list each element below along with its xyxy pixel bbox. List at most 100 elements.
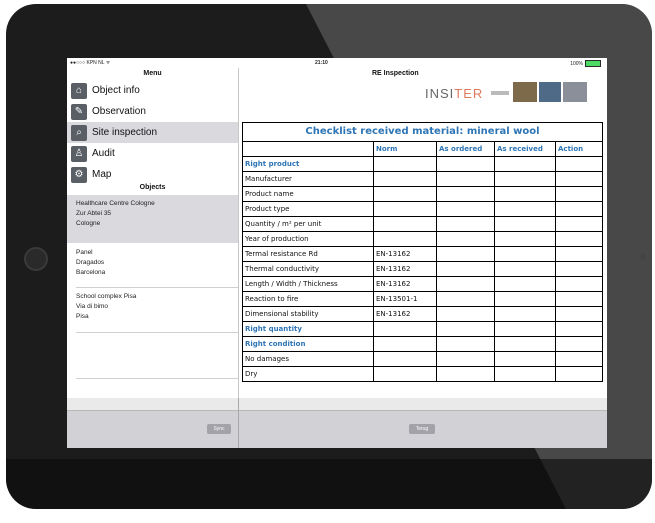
checklist-row-label: Manufacturer: [242, 171, 374, 187]
checklist-as-received-cell[interactable]: [494, 321, 556, 337]
checklist-as-received-cell[interactable]: [494, 186, 556, 202]
checklist-as-ordered-cell[interactable]: [436, 231, 495, 247]
checklist-as-received-cell[interactable]: [494, 291, 556, 307]
checklist-norm-cell: [373, 171, 437, 187]
checklist-row-label: Termal resistance Rd: [242, 246, 374, 262]
checklist-action-cell[interactable]: [555, 156, 603, 172]
checklist-action-cell[interactable]: [555, 201, 603, 217]
menu-item-label: Site inspection: [92, 127, 158, 138]
checklist-norm-cell: EN-13162: [373, 261, 437, 277]
main-panel: RE Inspection INSITER Checklist received…: [239, 68, 607, 398]
checklist-as-ordered-cell[interactable]: [436, 186, 495, 202]
audit-icon: ♙: [71, 145, 87, 162]
checklist-action-cell[interactable]: [555, 186, 603, 202]
checklist-row-label: Product name: [242, 186, 374, 202]
checklist-as-ordered-cell[interactable]: [436, 351, 495, 367]
checklist-row-label: Length / Width / Thickness: [242, 276, 374, 292]
checklist-as-ordered-cell[interactable]: [436, 306, 495, 322]
object-item-healthcare[interactable]: Healthcare Centre Cologne Zur Abtei 35 C…: [67, 195, 238, 243]
checklist-as-ordered-cell[interactable]: [436, 366, 495, 382]
logo-photo-icon: [539, 82, 561, 102]
menu-item-object-info[interactable]: ⌂ Object info: [67, 80, 238, 101]
checklist-as-received-cell[interactable]: [494, 201, 556, 217]
checklist-as-received-cell[interactable]: [494, 366, 556, 382]
checklist-as-ordered-cell[interactable]: [436, 201, 495, 217]
insiter-logo: INSITER: [425, 82, 605, 104]
checklist-as-ordered-cell[interactable]: [436, 336, 495, 352]
object-item-panel[interactable]: Panel Dragados Barcelona: [67, 248, 238, 286]
checklist-row-label: Dimensional stability: [242, 306, 374, 322]
object-city: Barcelona: [76, 269, 106, 276]
checklist-as-received-cell[interactable]: [494, 171, 556, 187]
checklist-action-cell[interactable]: [555, 231, 603, 247]
checklist-section-row: Right product: [242, 156, 603, 172]
checklist-action-cell[interactable]: [555, 261, 603, 277]
checklist-as-ordered-cell[interactable]: [436, 156, 495, 172]
checklist-as-received-cell[interactable]: [494, 276, 556, 292]
checklist-as-ordered-cell[interactable]: [436, 276, 495, 292]
checklist-as-received-cell[interactable]: [494, 306, 556, 322]
checklist-row: Dimensional stability EN-13162: [242, 306, 603, 322]
camera-dot: [640, 254, 646, 260]
checklist-as-ordered-cell[interactable]: [436, 216, 495, 232]
checklist-as-received-cell[interactable]: [494, 156, 556, 172]
checklist-as-received-cell[interactable]: [494, 261, 556, 277]
checklist-row: Manufacturer: [242, 171, 603, 187]
home-button[interactable]: [24, 247, 48, 271]
column-header-norm: Norm: [373, 141, 437, 157]
checklist-action-cell[interactable]: [555, 306, 603, 322]
checklist-as-ordered-cell[interactable]: [436, 246, 495, 262]
checklist-as-ordered-cell[interactable]: [436, 321, 495, 337]
back-button[interactable]: Terug: [409, 424, 435, 434]
checklist-as-received-cell[interactable]: [494, 351, 556, 367]
toolbar-strip: [239, 398, 607, 411]
object-info-icon: ⌂: [71, 82, 87, 99]
checklist-row: Thermal conductivity EN-13162: [242, 261, 603, 277]
map-icon: ⚙: [71, 166, 87, 183]
checklist-action-cell[interactable]: [555, 246, 603, 262]
menu-item-observation[interactable]: ✎ Observation: [67, 101, 238, 122]
checklist-norm-cell: EN-13162: [373, 306, 437, 322]
checklist-action-cell[interactable]: [555, 171, 603, 187]
carrier-label: ●●○○○ KPN NL ᯤ: [70, 60, 111, 66]
checklist-as-received-cell[interactable]: [494, 231, 556, 247]
checklist-action-cell[interactable]: [555, 351, 603, 367]
object-item-school[interactable]: School complex Pisa Via di bimo Pisa: [67, 292, 238, 330]
checklist-as-received-cell[interactable]: [494, 216, 556, 232]
checklist-row-label: Thermal conductivity: [242, 261, 374, 277]
checklist-table: Checklist received material: mineral woo…: [242, 122, 603, 382]
menu-item-site-inspection[interactable]: ⌕ Site inspection: [67, 122, 238, 143]
checklist-as-ordered-cell[interactable]: [436, 261, 495, 277]
checklist-action-cell[interactable]: [555, 366, 603, 382]
checklist-as-received-cell[interactable]: [494, 336, 556, 352]
menu-item-audit[interactable]: ♙ Audit: [67, 143, 238, 164]
checklist-row-label: Quantity / m² per unit: [242, 216, 374, 232]
checklist-action-cell[interactable]: [555, 291, 603, 307]
menu-item-label: Map: [92, 169, 112, 180]
checklist-action-cell[interactable]: [555, 321, 603, 337]
checklist-row: Product type: [242, 201, 603, 217]
main-toolbar: Terug: [239, 398, 607, 448]
checklist-action-cell[interactable]: [555, 336, 603, 352]
checklist-norm-cell: [373, 336, 437, 352]
checklist-action-cell[interactable]: [555, 276, 603, 292]
checklist-as-received-cell[interactable]: [494, 246, 556, 262]
checklist-row-label: Year of production: [242, 231, 374, 247]
checklist-row: Year of production: [242, 231, 603, 247]
magnifier-icon: ⌕: [71, 124, 87, 141]
menu-item-label: Object info: [92, 85, 140, 96]
checklist-row-label: Product type: [242, 201, 374, 217]
menu-item-map[interactable]: ⚙ Map: [67, 164, 238, 185]
checklist-row: Termal resistance Rd EN-13162: [242, 246, 603, 262]
checklist-action-cell[interactable]: [555, 216, 603, 232]
checklist-as-ordered-cell[interactable]: [436, 171, 495, 187]
checklist-row-label: Right quantity: [242, 321, 374, 337]
checklist-row: Length / Width / Thickness EN-13162: [242, 276, 603, 292]
checklist-norm-cell: [373, 201, 437, 217]
checklist-norm-cell: [373, 156, 437, 172]
checklist-as-ordered-cell[interactable]: [436, 291, 495, 307]
insiter-logo-text: INSITER: [425, 86, 484, 101]
object-name: School complex Pisa: [76, 293, 137, 300]
sync-button[interactable]: Sync: [207, 424, 231, 434]
checklist-norm-cell: [373, 366, 437, 382]
